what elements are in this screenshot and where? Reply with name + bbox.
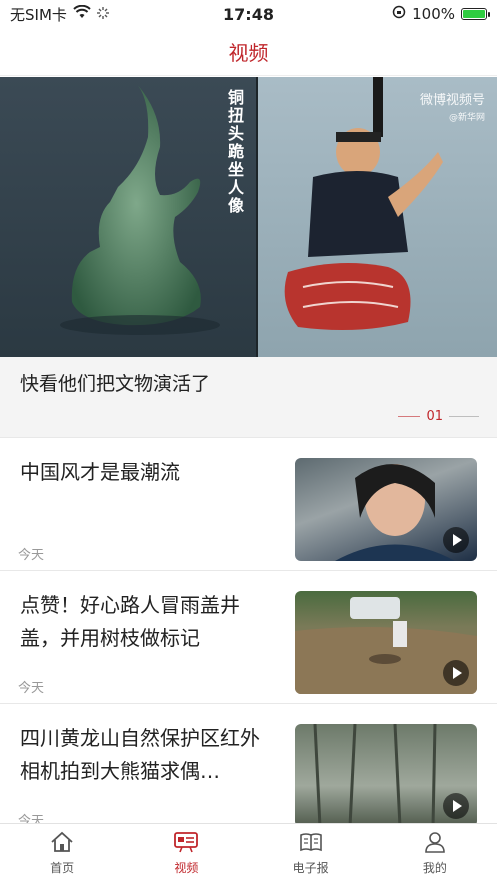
item-title: 中国风才是最潮流 (20, 460, 180, 484)
tab-label: 我的 (422, 861, 447, 875)
hero-caption-text: 快看他们把文物演活了 (20, 373, 211, 395)
pager-line-right (449, 416, 479, 417)
watermark-text: 微博视频号 (419, 93, 485, 108)
list-item[interactable]: 中国风才是最潮流 今天 (0, 437, 497, 570)
page-title: 视频 (228, 41, 269, 65)
item-title: 点赞！好心路人冒雨盖井盖，并用树枝做标记 (20, 593, 240, 650)
video-board-icon (173, 831, 199, 856)
carrier-label: 无SIM卡 (10, 5, 67, 24)
hero-video[interactable]: 铜扭头跪坐人像 微博视频号 @新华网 (0, 77, 497, 357)
page-header: 视频 (0, 28, 497, 76)
item-thumbnail[interactable] (295, 724, 477, 827)
hero-person-image: 微博视频号 @新华网 (256, 77, 497, 357)
tab-label: 首页 (50, 861, 75, 875)
battery-icon (461, 8, 490, 20)
status-time: 17:48 (223, 4, 274, 24)
item-time: 今天 (18, 681, 45, 696)
carousel-indicator: 01 (398, 409, 479, 424)
list-item[interactable]: 四川黄龙山自然保护区红外相机拍到大熊猫求偶… 今天 (0, 703, 497, 836)
video-list: 中国风才是最潮流 今天 点赞！好心路人冒雨盖井盖，并用树枝做标记 今天 四川黄龙… (0, 437, 497, 836)
play-icon[interactable] (443, 793, 469, 819)
user-icon (423, 831, 447, 856)
list-item[interactable]: 点赞！好心路人冒雨盖井盖，并用树枝做标记 今天 (0, 570, 497, 703)
play-icon[interactable] (443, 660, 469, 686)
tab-label: 电子报 (292, 861, 329, 875)
pager-line-left (398, 416, 421, 417)
watermark-sub: @新华网 (448, 113, 485, 123)
tab-label: 视频 (174, 861, 199, 875)
wifi-icon (73, 4, 91, 23)
item-thumbnail[interactable] (295, 458, 477, 561)
pager-index: 01 (426, 409, 443, 424)
hero-vertical-label: 铜扭头跪坐人像 (225, 89, 244, 215)
tab-video[interactable]: 视频 (124, 824, 248, 883)
play-icon[interactable] (443, 527, 469, 553)
tab-newspaper[interactable]: 电子报 (249, 824, 373, 883)
tab-me[interactable]: 我的 (373, 824, 497, 883)
item-time: 今天 (18, 548, 45, 563)
item-thumbnail[interactable] (295, 591, 477, 694)
home-icon (50, 831, 74, 856)
battery-percent: 100% (412, 5, 455, 23)
book-icon (299, 831, 323, 856)
weibo-watermark: 微博视频号 @新华网 (420, 89, 485, 123)
orientation-lock-icon (392, 5, 406, 23)
item-title: 四川黄龙山自然保护区红外相机拍到大熊猫求偶… (20, 726, 260, 783)
loading-spinner-icon (96, 5, 109, 23)
hero-artifact-image: 铜扭头跪坐人像 (0, 77, 256, 357)
tab-home[interactable]: 首页 (0, 824, 124, 883)
hero-caption[interactable]: 快看他们把文物演活了 01 (0, 357, 497, 437)
bottom-tab-bar: 首页 视频 电子报 我的 (0, 823, 497, 883)
status-bar: 无SIM卡 17:48 100% (0, 0, 497, 28)
